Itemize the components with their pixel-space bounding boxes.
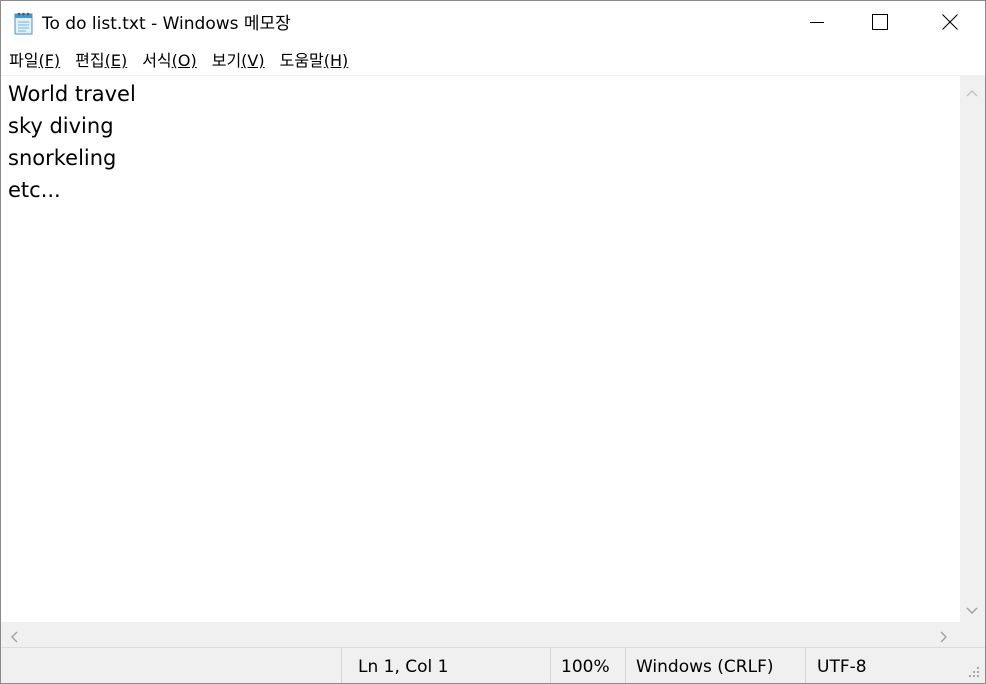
text-editor[interactable]: World travel sky diving snorkeling etc..… [1,75,960,622]
notepad-icon [13,11,35,35]
menu-format[interactable]: 서식(O) [134,46,197,75]
resize-grip-icon[interactable] [967,664,981,683]
maximize-icon [872,13,888,34]
minimize-button[interactable] [794,1,840,46]
menu-bar: 파일(F) 편집(E) 서식(O) 보기(V) 도움말(H) [1,46,985,75]
menu-help[interactable]: 도움말(H) [272,46,349,75]
menu-view[interactable]: 보기(V) [204,46,265,75]
zoom-level: 100% [550,648,625,683]
text-line: World travel [8,82,136,106]
line-ending: Windows (CRLF) [625,648,805,683]
window-title: To do list.txt - Windows 메모장 [42,14,291,34]
text-line: snorkeling [8,146,117,170]
encoding: UTF-8 [805,648,955,683]
notepad-window: To do list.txt - Windows 메모장 파일(F) 편집(E)… [0,0,986,684]
close-button[interactable] [927,1,973,46]
text-line: sky diving [8,114,114,138]
vertical-scrollbar[interactable] [960,75,985,622]
horizontal-scrollbar[interactable] [1,622,960,647]
scroll-left-icon[interactable] [9,628,19,647]
scroll-right-icon[interactable] [939,628,949,647]
text-line: etc... [8,178,61,202]
menu-file[interactable]: 파일(F) [1,46,60,75]
close-icon [942,13,958,34]
cursor-position: Ln 1, Col 1 [341,648,550,683]
minimize-icon [810,14,824,33]
status-bar: Ln 1, Col 1 100% Windows (CRLF) UTF-8 [1,647,985,683]
maximize-button[interactable] [857,1,903,46]
scroll-up-icon[interactable] [966,83,978,102]
menu-edit[interactable]: 편집(E) [67,46,127,75]
scroll-down-icon[interactable] [966,601,978,620]
title-bar[interactable]: To do list.txt - Windows 메모장 [1,1,985,46]
scrollbar-corner [960,622,985,647]
